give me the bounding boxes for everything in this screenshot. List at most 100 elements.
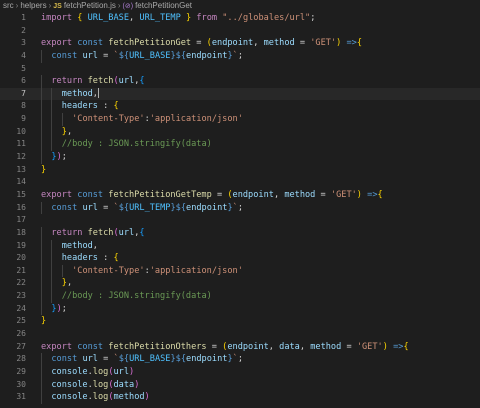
code-text: console.log(data) xyxy=(51,379,140,390)
code-line[interactable]: 27 export const fetchPetitionOthers = (en… xyxy=(0,341,480,354)
code-text: //body : JSON.stringify(data) xyxy=(61,139,212,150)
line-number: 27 xyxy=(16,341,26,351)
code-line[interactable]: 16 const url = `${URL_TEMP}${endpoint}`; xyxy=(0,201,480,215)
line-number: 31 xyxy=(16,392,26,402)
code-text: return fetch(url,{ xyxy=(51,76,145,87)
code-line[interactable]: 2 xyxy=(0,25,480,38)
code-line[interactable]: 6 return fetch(url,{ xyxy=(0,75,480,88)
code-text: headers : { xyxy=(61,101,119,112)
code-line[interactable]: 20 headers : { xyxy=(0,252,480,265)
breadcrumb-src[interactable]: src xyxy=(3,1,14,10)
line-number: 13 xyxy=(16,164,26,174)
code-line[interactable]: 29 console.log(url) xyxy=(0,365,480,379)
code-line[interactable]: 1 import { URL_BASE, URL_TEMP } from "../… xyxy=(0,12,480,25)
code-line[interactable]: 26 xyxy=(0,328,480,341)
code-line[interactable]: 18 return fetch(url,{ xyxy=(0,226,480,240)
line-number: 22 xyxy=(16,278,26,288)
javascript-file-icon: JS xyxy=(53,3,62,10)
chevron-right-icon: › xyxy=(15,1,19,10)
code-text: console.log(method) xyxy=(51,392,150,403)
function-symbol-icon: (⊘) xyxy=(122,3,134,10)
code-text: console.log(url) xyxy=(51,366,135,377)
code-text: export const fetchPetitionGetTemp = (end… xyxy=(41,189,383,200)
code-text: method, xyxy=(61,88,99,99)
code-text: return fetch(url,{ xyxy=(51,227,145,238)
code-text: } xyxy=(41,316,47,327)
line-number: 14 xyxy=(16,177,26,187)
code-line[interactable]: 21 'Content-Type':'application/json' xyxy=(0,264,480,278)
code-line[interactable]: 15 export const fetchPetitionGetTemp = (e… xyxy=(0,189,480,202)
code-text: 'Content-Type':'application/json' xyxy=(72,265,243,276)
code-line[interactable]: 7 method, xyxy=(0,87,480,101)
line-number: 28 xyxy=(16,354,26,364)
code-line[interactable]: 22 }, xyxy=(0,277,480,291)
text-cursor xyxy=(97,88,99,99)
code-editor[interactable]: src › helpers › JS fetchPetition.js › (⊘) fetchP… xyxy=(0,0,480,408)
line-number: 7 xyxy=(21,88,26,98)
line-number: 9 xyxy=(21,114,26,124)
code-line[interactable]: 19 method, xyxy=(0,239,480,253)
line-number: 2 xyxy=(21,25,26,35)
code-text: }); xyxy=(51,303,67,314)
line-number: 24 xyxy=(16,303,26,313)
code-text: import { URL_BASE, URL_TEMP } from "../g… xyxy=(41,13,316,23)
code-text: }, xyxy=(61,126,73,137)
code-line[interactable]: 11 //body : JSON.stringify(data) xyxy=(0,138,480,152)
code-text: export const fetchPetitionGet = (endpoin… xyxy=(41,38,363,49)
line-number: 6 xyxy=(21,76,26,86)
code-text: const url = `${URL_BASE}${endpoint}`; xyxy=(51,50,243,61)
line-number: 11 xyxy=(16,139,26,149)
chevron-right-icon: › xyxy=(117,1,121,10)
code-text: export const fetchPetitionOthers = (endp… xyxy=(41,341,409,352)
code-text: const url = `${URL_TEMP}${endpoint}`; xyxy=(51,202,243,213)
line-number: 3 xyxy=(21,38,26,48)
code-line[interactable]: 5 xyxy=(0,63,480,76)
breadcrumb-helpers[interactable]: helpers xyxy=(20,1,46,10)
code-line[interactable]: 13} xyxy=(0,164,480,177)
line-number: 1 xyxy=(21,13,26,22)
line-number: 10 xyxy=(16,126,26,136)
line-number: 21 xyxy=(16,265,26,275)
code-line[interactable]: 14 xyxy=(0,176,480,189)
code-line[interactable]: 12 }); xyxy=(0,151,480,164)
line-number: 19 xyxy=(16,240,26,250)
breadcrumb-symbol[interactable]: fetchPetitionGet xyxy=(135,1,192,10)
code-line[interactable]: 30 console.log(data) xyxy=(0,378,480,392)
line-number: 30 xyxy=(16,379,26,389)
line-number: 23 xyxy=(16,291,26,301)
chevron-right-icon: › xyxy=(48,1,52,10)
code-line[interactable]: 3 export const fetchPetitionGet = (endpoi… xyxy=(0,37,480,50)
line-number: 8 xyxy=(21,101,26,111)
code-line[interactable]: 8 headers : { xyxy=(0,100,480,114)
code-text: //body : JSON.stringify(data) xyxy=(61,291,212,302)
line-number: 16 xyxy=(16,202,26,212)
line-number: 17 xyxy=(16,215,26,225)
code-line[interactable]: 28 const url = `${URL_BASE}${endpoint}`; xyxy=(0,353,480,366)
code-line[interactable]: 31 console.log(method) xyxy=(0,391,480,404)
code-line[interactable]: 9 'Content-Type':'application/json' xyxy=(0,113,480,126)
code-area[interactable]: 1 import { URL_BASE, URL_TEMP } from "../… xyxy=(0,12,480,408)
line-number: 15 xyxy=(16,189,26,199)
code-text: }); xyxy=(51,152,67,163)
code-line[interactable]: 23 //body : JSON.stringify(data) xyxy=(0,290,480,303)
code-line[interactable]: 24 }); xyxy=(0,302,480,316)
breadcrumb: src › helpers › JS fetchPetition.js › (⊘) fetchP… xyxy=(0,0,480,12)
line-number: 18 xyxy=(16,227,26,237)
code-text: const url = `${URL_BASE}${endpoint}`; xyxy=(51,354,243,365)
line-number: 25 xyxy=(16,316,26,326)
breadcrumb-file[interactable]: fetchPetition.js xyxy=(64,1,116,10)
line-number: 29 xyxy=(16,366,26,376)
code-line[interactable]: 17 xyxy=(0,214,480,227)
code-text: method, xyxy=(61,240,98,251)
code-text: 'Content-Type':'application/json' xyxy=(72,114,243,125)
line-number: 4 xyxy=(21,50,26,60)
line-number: 26 xyxy=(16,329,26,339)
line-number: 12 xyxy=(16,152,26,162)
code-text: }, xyxy=(61,278,73,289)
code-line[interactable]: 10 }, xyxy=(0,125,480,139)
code-line[interactable]: 4 const url = `${URL_BASE}${endpoint}`; xyxy=(0,49,480,63)
line-number: 5 xyxy=(21,63,26,73)
code-text: headers : { xyxy=(61,253,119,264)
code-line[interactable]: 25} xyxy=(0,315,480,328)
line-number: 20 xyxy=(16,253,26,263)
